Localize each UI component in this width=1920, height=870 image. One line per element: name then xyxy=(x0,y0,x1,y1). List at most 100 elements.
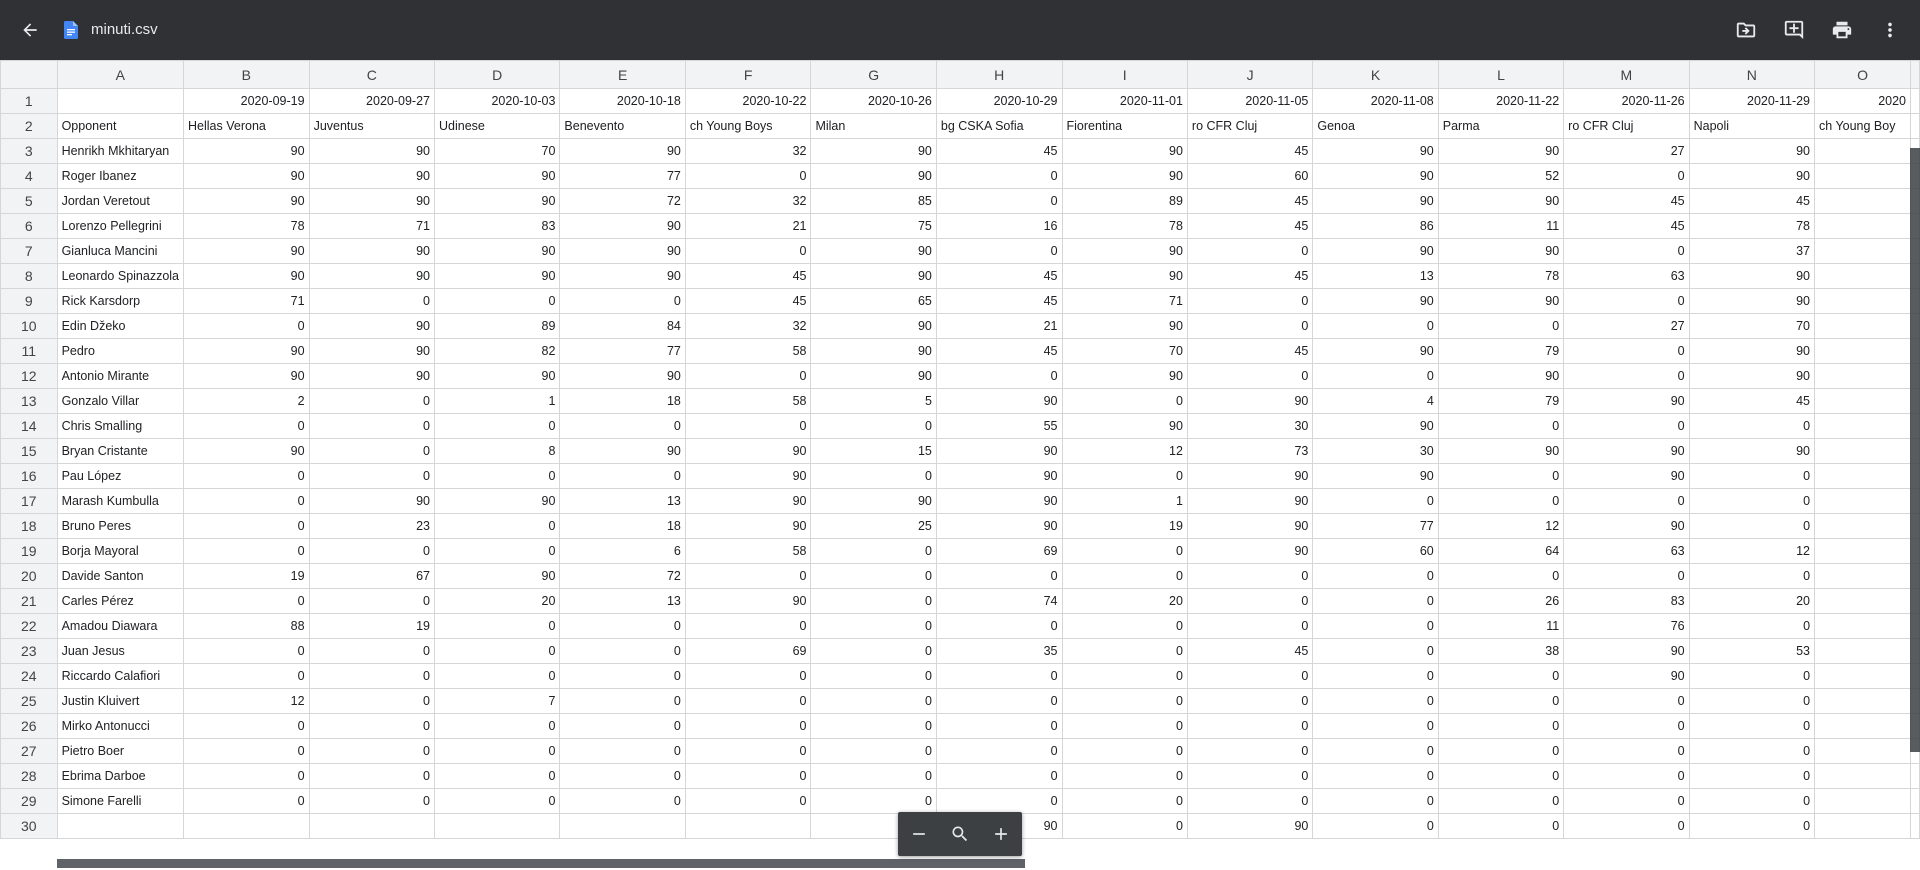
cell[interactable]: Mirko Antonucci xyxy=(56,713,185,739)
cell[interactable]: Gianluca Mancini xyxy=(56,238,185,264)
cell[interactable]: 86 xyxy=(1312,213,1439,239)
cell[interactable]: 0 xyxy=(1688,688,1816,714)
column-header[interactable]: M xyxy=(1563,60,1690,89)
cell[interactable]: 0 xyxy=(433,788,561,814)
cell[interactable]: 0 xyxy=(1061,738,1188,764)
cell[interactable]: 0 xyxy=(183,663,310,689)
cell[interactable]: 0 xyxy=(308,713,436,739)
cell[interactable]: 76 xyxy=(1563,613,1690,639)
cell[interactable]: 0 xyxy=(1312,588,1439,614)
cell[interactable]: 0 xyxy=(1312,763,1439,789)
cell[interactable]: 0 xyxy=(1688,788,1816,814)
cell[interactable]: 0 xyxy=(684,688,812,714)
cell[interactable]: 0 xyxy=(810,613,937,639)
cell[interactable]: 90 xyxy=(183,163,310,189)
cell[interactable]: 0 xyxy=(1186,288,1314,314)
cell[interactable]: 0 xyxy=(935,788,1063,814)
cell[interactable]: 90 xyxy=(810,163,937,189)
cell[interactable]: 64 xyxy=(1437,538,1565,564)
cell[interactable]: 73 xyxy=(1186,438,1314,464)
cell[interactable]: Bruno Peres xyxy=(56,513,185,539)
cell[interactable]: 6 xyxy=(559,538,686,564)
column-header[interactable]: N xyxy=(1688,60,1816,89)
cell[interactable]: 58 xyxy=(684,538,812,564)
cell[interactable]: 2020-10-29 xyxy=(935,88,1063,114)
cell[interactable]: 78 xyxy=(183,213,310,239)
cell[interactable]: 69 xyxy=(935,538,1063,564)
cell[interactable]: 0 xyxy=(183,763,310,789)
cell[interactable]: 0 xyxy=(433,413,561,439)
cell[interactable]: 0 xyxy=(1312,488,1439,514)
cell[interactable]: 2020-11-05 xyxy=(1186,88,1314,114)
cell[interactable]: 0 xyxy=(308,413,436,439)
cell[interactable]: 0 xyxy=(1312,688,1439,714)
cell[interactable]: 90 xyxy=(1061,138,1188,164)
cell[interactable]: 90 xyxy=(308,313,436,339)
cell[interactable]: Udinese xyxy=(433,113,561,139)
cell[interactable]: 0 xyxy=(1563,238,1690,264)
cell[interactable]: 90 xyxy=(810,488,937,514)
column-header[interactable]: G xyxy=(810,60,937,89)
cell[interactable]: 45 xyxy=(935,138,1063,164)
cell[interactable]: 88 xyxy=(183,613,310,639)
row-header[interactable]: 26 xyxy=(0,713,58,739)
cell[interactable]: 90 xyxy=(935,463,1063,489)
row-header[interactable]: 7 xyxy=(0,238,58,264)
cell[interactable]: 12 xyxy=(1688,538,1816,564)
row-header[interactable]: 30 xyxy=(0,813,58,839)
row-header[interactable]: 20 xyxy=(0,563,58,589)
row-header[interactable]: 6 xyxy=(0,213,58,239)
cell[interactable]: 90 xyxy=(810,238,937,264)
cell[interactable]: 90 xyxy=(684,488,812,514)
cell[interactable]: 45 xyxy=(1186,213,1314,239)
cell[interactable]: 90 xyxy=(1186,488,1314,514)
cell[interactable]: 0 xyxy=(559,463,686,489)
cell[interactable]: 90 xyxy=(1437,288,1565,314)
cell[interactable]: 0 xyxy=(308,288,436,314)
row-header[interactable]: 13 xyxy=(0,388,58,414)
cell[interactable]: 0 xyxy=(559,413,686,439)
cell[interactable]: 20 xyxy=(1061,588,1188,614)
cell[interactable]: 0 xyxy=(1061,788,1188,814)
cell[interactable]: 13 xyxy=(559,488,686,514)
cell[interactable]: Edin Džeko xyxy=(56,313,185,339)
cell[interactable]: 0 xyxy=(684,163,812,189)
cell[interactable]: 90 xyxy=(308,488,436,514)
cell[interactable]: Opponent xyxy=(56,113,185,139)
cell[interactable]: 0 xyxy=(1061,538,1188,564)
cell[interactable]: 78 xyxy=(1688,213,1816,239)
row-header[interactable]: 14 xyxy=(0,413,58,439)
cell[interactable]: 12 xyxy=(1061,438,1188,464)
cell[interactable]: Carles Pérez xyxy=(56,588,185,614)
cell[interactable]: 45 xyxy=(1186,638,1314,664)
cell[interactable]: 0 xyxy=(183,638,310,664)
cell[interactable]: 65 xyxy=(810,288,937,314)
cell[interactable]: 79 xyxy=(1437,338,1565,364)
cell[interactable]: 77 xyxy=(1312,513,1439,539)
cell[interactable]: 90 xyxy=(1186,513,1314,539)
cell[interactable]: 90 xyxy=(1563,663,1690,689)
cell[interactable]: 0 xyxy=(559,663,686,689)
cell[interactable]: 0 xyxy=(1563,163,1690,189)
cell[interactable]: 90 xyxy=(308,163,436,189)
cell[interactable]: 11 xyxy=(1437,213,1565,239)
cell[interactable]: 0 xyxy=(1437,663,1565,689)
cell[interactable]: 0 xyxy=(1563,788,1690,814)
cell[interactable]: 90 xyxy=(1061,413,1188,439)
cell[interactable]: 67 xyxy=(308,563,436,589)
cell[interactable]: 45 xyxy=(1186,138,1314,164)
cell[interactable]: 70 xyxy=(1061,338,1188,364)
cell[interactable]: 0 xyxy=(810,663,937,689)
cell[interactable]: 0 xyxy=(308,663,436,689)
cell[interactable]: 19 xyxy=(183,563,310,589)
cell[interactable]: 75 xyxy=(810,213,937,239)
cell[interactable] xyxy=(1814,163,1911,189)
row-header[interactable]: 4 xyxy=(0,163,58,189)
cell[interactable]: 0 xyxy=(308,638,436,664)
cell[interactable] xyxy=(1814,338,1911,364)
cell[interactable]: 2020 xyxy=(1814,88,1911,114)
cell[interactable]: 0 xyxy=(935,763,1063,789)
cell[interactable]: 74 xyxy=(935,588,1063,614)
cell[interactable]: 0 xyxy=(1563,738,1690,764)
cell[interactable]: 0 xyxy=(559,763,686,789)
